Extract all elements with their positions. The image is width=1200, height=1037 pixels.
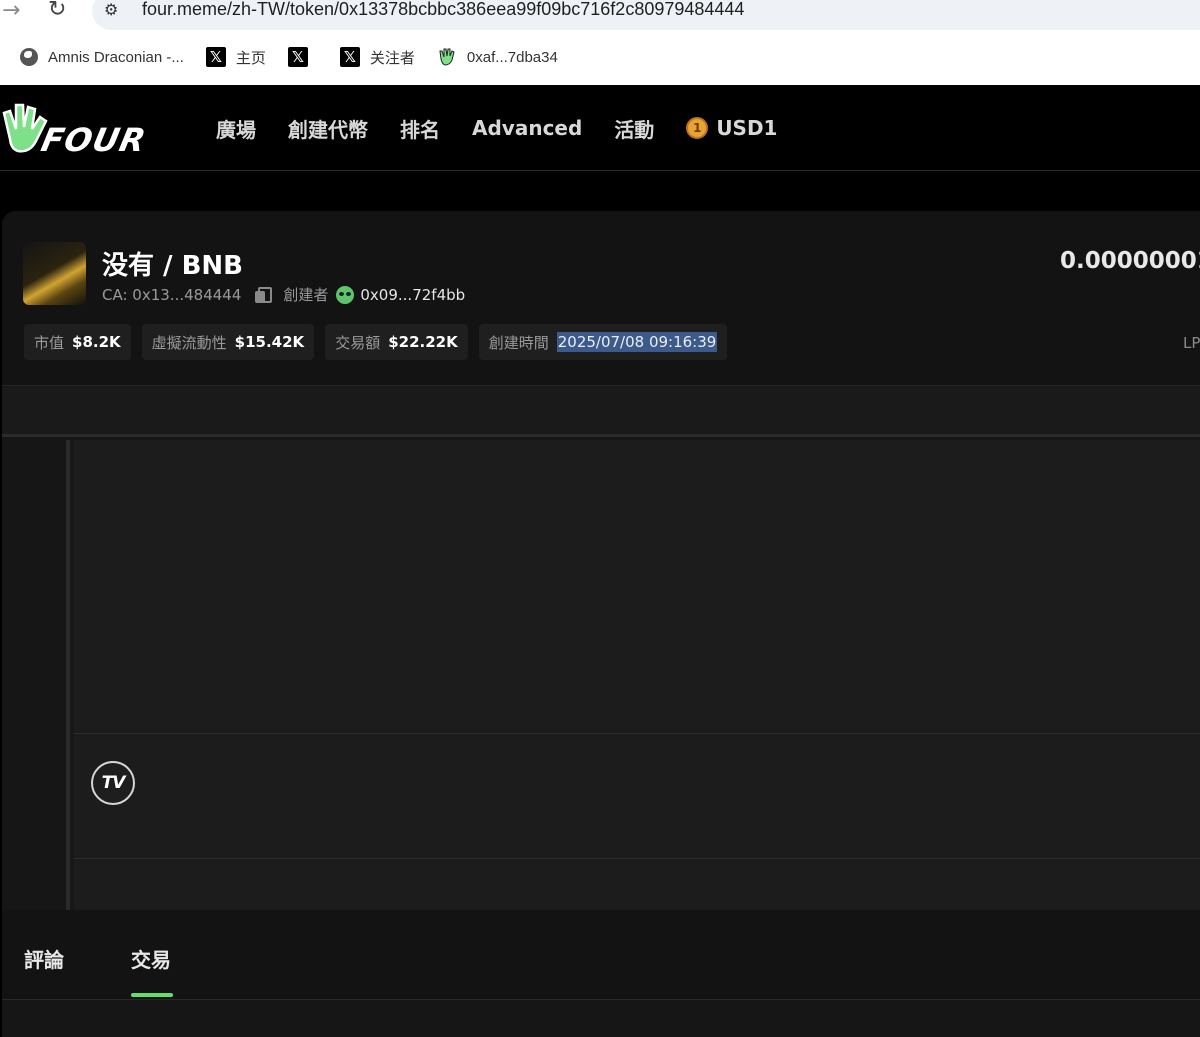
bookmark-label: Amnis Draconian -... <box>48 48 184 66</box>
active-tab-indicator <box>131 993 173 997</box>
chart-divider <box>74 858 1200 859</box>
bookmark-label: 关注者 <box>369 49 415 67</box>
stat-created-time: 創建時間 2025/07/08 09:16:39 <box>478 324 728 360</box>
bookmark-amnis[interactable]: Amnis Draconian -... <box>20 48 184 66</box>
usd-label: USD1 <box>716 116 778 140</box>
stat-label: 虛擬流動性 <box>151 333 227 352</box>
bookmark-x[interactable]: 𝕏 <box>287 47 318 67</box>
stat-volume: 交易額 $22.22K <box>325 324 468 360</box>
site-header: FOUR 廣場 創建代幣 排名 Advanced 活動 1 USD1 <box>0 85 1200 171</box>
tradingview-logo-icon[interactable]: TV <box>91 761 135 805</box>
main-nav: 廣場 創建代幣 排名 Advanced 活動 1 USD1 <box>200 85 777 171</box>
coin-icon: 1 <box>686 117 709 139</box>
url-bar-row: → ↻ ⚙ four.meme/zh-TW/token/0x13378bcbbc… <box>0 0 1200 30</box>
creator-label: 創建者 <box>283 286 329 304</box>
forward-icon[interactable]: → <box>2 0 20 23</box>
nav-plaza[interactable]: 廣場 <box>216 114 256 143</box>
chart-divider <box>74 733 1200 734</box>
contract-address: CA: 0x13...484444 <box>102 285 242 304</box>
url-text[interactable]: four.meme/zh-TW/token/0x13378bcbbc386eea… <box>142 0 744 20</box>
price-chart[interactable]: TV <box>2 440 1200 910</box>
stat-label: 交易額 <box>335 333 381 352</box>
four-logo[interactable]: FOUR <box>0 99 170 159</box>
token-title: 没有 / BNB <box>102 251 243 281</box>
nav-events[interactable]: 活動 <box>614 114 654 143</box>
creator-address[interactable]: 0x09...72f4bb <box>360 286 465 304</box>
chart-drawing-tools <box>2 440 70 910</box>
stat-virtual-liquidity: 虛擬流動性 $15.42K <box>141 324 315 360</box>
tab-comments[interactable]: 評論 <box>24 944 64 973</box>
stat-value: $15.42K <box>234 333 305 351</box>
x-icon: 𝕏 <box>339 47 360 67</box>
x-icon: 𝕏 <box>287 47 308 67</box>
nav-advanced[interactable]: Advanced <box>472 116 582 140</box>
token-header: 没有 / BNB CA: 0x13...484444 創建者 0x09...72… <box>2 211 1200 386</box>
site-info-icon[interactable]: ⚙ <box>104 0 118 19</box>
x-icon: 𝕏 <box>205 47 226 67</box>
bottom-tabs: 評論 交易 <box>2 910 1200 1000</box>
hand-icon <box>439 48 455 66</box>
contract-row: CA: 0x13...484444 創建者 0x09...72f4bb <box>102 284 465 305</box>
bookmark-label: 0xaf...7dba34 <box>466 48 558 66</box>
copy-icon[interactable] <box>255 286 273 303</box>
nav-ranking[interactable]: 排名 <box>400 114 440 143</box>
token-card: 没有 / BNB CA: 0x13...484444 創建者 0x09...72… <box>2 211 1200 1037</box>
creator-avatar <box>336 285 355 304</box>
nav-usd1[interactable]: 1 USD1 <box>686 116 777 140</box>
lp-label: LP <box>1183 334 1200 352</box>
nav-create-token[interactable]: 創建代幣 <box>288 114 368 143</box>
stat-value: $8.2K <box>72 333 121 351</box>
token-image <box>23 242 86 305</box>
stat-value: 2025/07/08 09:16:39 <box>556 332 718 352</box>
bookmark-label: 主页 <box>235 49 266 67</box>
bookmark-x-home[interactable]: 𝕏 主页 <box>205 47 266 68</box>
stat-market-cap: 市值 $8.2K <box>24 324 131 360</box>
stats-row: 市值 $8.2K 虛擬流動性 $15.42K 交易額 $22.22K 創建時間 … <box>24 324 738 360</box>
reload-icon[interactable]: ↻ <box>48 0 66 22</box>
bookmarks-bar: Amnis Draconian -... 𝕏 主页 𝕏 𝕏 关注者 0xaf..… <box>0 40 1200 74</box>
logo-text: FOUR <box>37 121 150 159</box>
chart-canvas[interactable] <box>74 440 1200 910</box>
browser-chrome: → ↻ ⚙ four.meme/zh-TW/token/0x13378bcbbc… <box>0 0 1200 85</box>
chart-toolbar <box>2 387 1200 437</box>
bookmark-wallet[interactable]: 0xaf...7dba34 <box>437 47 558 67</box>
bookmark-x-followers[interactable]: 𝕏 关注者 <box>339 47 415 68</box>
globe-icon <box>20 48 38 66</box>
stat-label: 創建時間 <box>488 333 549 352</box>
tab-trades[interactable]: 交易 <box>131 944 171 973</box>
stat-label: 市值 <box>34 333 65 352</box>
token-price: 0.000000012 <box>1060 248 1200 274</box>
stat-value: $22.22K <box>388 333 458 351</box>
